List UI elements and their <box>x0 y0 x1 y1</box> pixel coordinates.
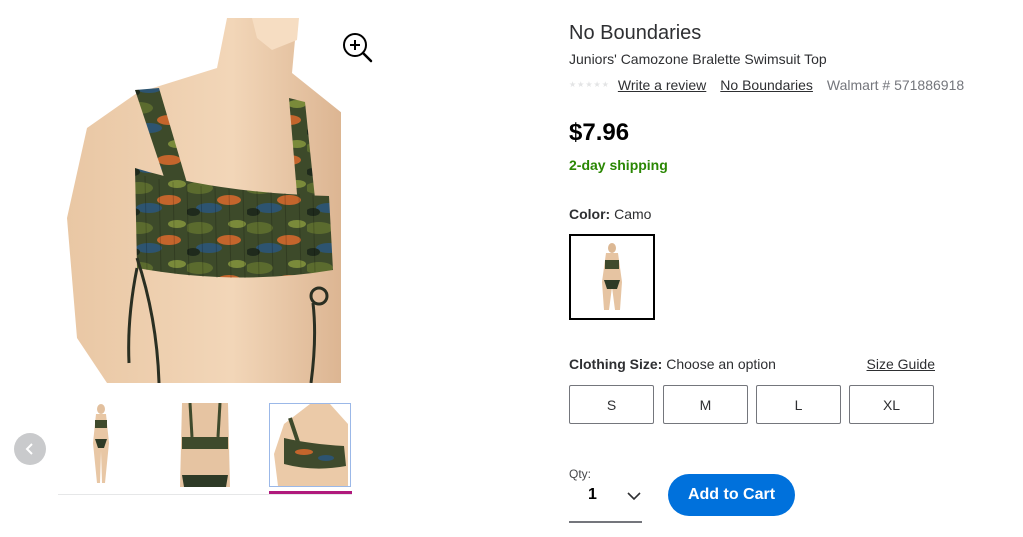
size-label: Clothing Size: Choose an option <box>569 356 776 372</box>
product-meta-row: ★ ★ ★ ★ ★ Write a review No Boundaries W… <box>569 76 964 94</box>
size-option-s[interactable]: S <box>569 385 654 424</box>
star-icon: ★ <box>585 80 593 89</box>
zoom-in-icon <box>343 33 373 63</box>
star-icon: ★ <box>577 80 585 89</box>
shipping-info: 2-day shipping <box>569 157 668 173</box>
size-option-l[interactable]: L <box>756 385 841 424</box>
product-price: $7.96 <box>569 119 630 146</box>
thumbnail-strip <box>58 401 352 495</box>
write-review-link[interactable]: Write a review <box>618 77 706 93</box>
color-label-title: Color: <box>569 206 611 222</box>
main-product-image[interactable] <box>67 18 341 383</box>
thumbnail-side-closeup[interactable] <box>269 403 351 487</box>
carousel-prev-button[interactable] <box>14 433 46 465</box>
size-label-title: Clothing Size: <box>569 356 663 372</box>
color-swatch-camo[interactable] <box>569 234 655 320</box>
walmart-item-number: Walmart # 571886918 <box>826 77 965 93</box>
size-guide-link[interactable]: Size Guide <box>867 356 935 372</box>
quantity-select[interactable]: 1 <box>569 480 642 523</box>
color-value: Camo <box>614 206 652 222</box>
thumbnail-image <box>180 403 230 487</box>
star-icon: ★ <box>601 80 609 89</box>
chevron-left-icon <box>25 443 33 455</box>
size-option-xl[interactable]: XL <box>849 385 934 424</box>
star-icon: ★ <box>569 80 577 89</box>
thumbnail-image <box>274 404 348 486</box>
quantity-value: 1 <box>588 486 597 503</box>
thumbnail-back[interactable] <box>164 403 246 487</box>
size-option-m[interactable]: M <box>663 385 748 424</box>
thumbnail-front-full[interactable] <box>60 403 142 487</box>
swatch-image <box>602 243 622 310</box>
product-photo <box>67 18 341 383</box>
size-value: Choose an option <box>666 356 776 372</box>
product-name: Juniors' Camozone Bralette Swimsuit Top <box>569 51 827 67</box>
chevron-down-icon <box>627 492 641 501</box>
product-brand-title: No Boundaries <box>569 22 702 44</box>
color-label: Color: Camo <box>569 206 651 222</box>
add-to-cart-button[interactable]: Add to Cart <box>668 474 795 516</box>
thumbnail-image <box>93 404 109 483</box>
star-icon: ★ <box>593 80 601 89</box>
brand-link[interactable]: No Boundaries <box>720 77 813 93</box>
zoom-button[interactable] <box>340 30 374 64</box>
rating-stars: ★ ★ ★ ★ ★ <box>569 81 609 89</box>
selected-thumbnail-indicator <box>269 491 352 494</box>
quantity-label: Qty: <box>569 467 592 481</box>
